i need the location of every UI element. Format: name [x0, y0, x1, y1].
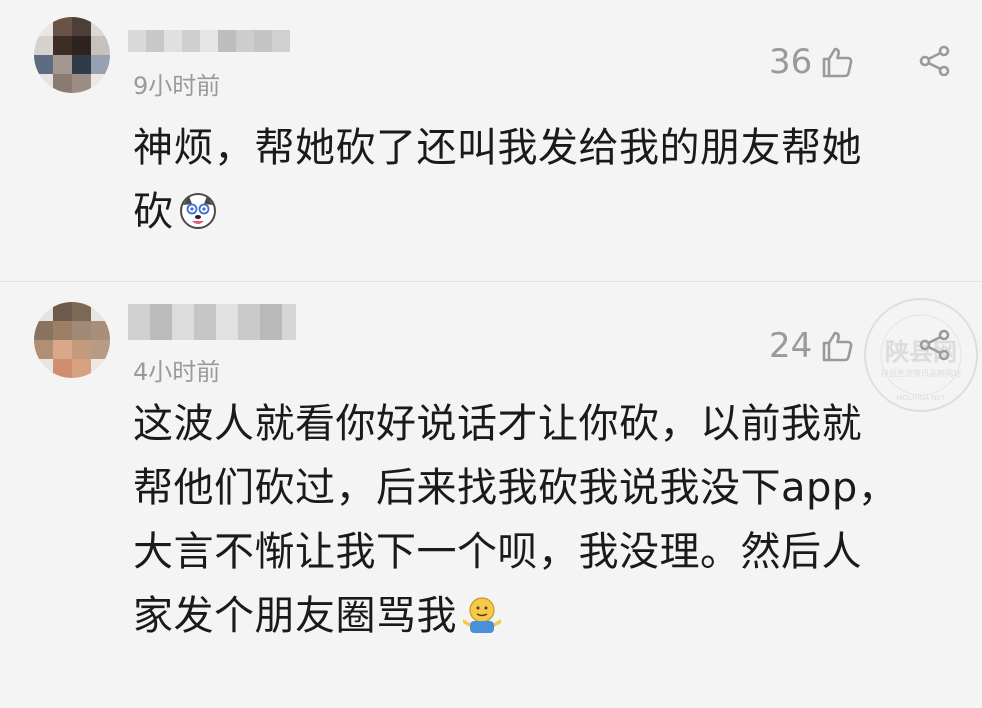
- avatar-pixel: [72, 302, 91, 321]
- avatar-pixel: [91, 302, 110, 321]
- like-count: 24: [769, 326, 813, 366]
- watermark-arc: MOLIHUA.NET: [897, 394, 946, 402]
- avatar-pixel: [53, 302, 72, 321]
- avatar-pixel: [72, 359, 91, 378]
- comment-time: 4小时前: [133, 358, 221, 386]
- watermark-title: 陕县网: [885, 338, 957, 366]
- avatar-pixel: [91, 340, 110, 359]
- avatar-pixel: [91, 359, 110, 378]
- username-blurred[interactable]: [128, 304, 296, 340]
- watermark-logo: 陕县网 陕县生活资讯品牌网站 MOLIHUA.NET: [864, 298, 978, 412]
- avatar-pixel: [34, 321, 53, 340]
- avatar-pixel: [91, 321, 110, 340]
- shrug-emoji-icon: [463, 597, 501, 633]
- comment-2: 4小时前 24 这波人就看你好说话才让你砍，以前我就 帮他们砍过，后来找我砍我说…: [0, 0, 982, 708]
- avatar-pixel: [34, 340, 53, 359]
- comment-line: 帮他们砍过，后来找我砍我说我没下app，: [133, 465, 899, 511]
- avatar-pixel: [72, 321, 91, 340]
- avatar[interactable]: [34, 302, 110, 378]
- watermark-subtitle: 陕县生活资讯品牌网站: [881, 368, 961, 378]
- avatar-pixel: [53, 359, 72, 378]
- like-button[interactable]: 24: [769, 326, 854, 366]
- avatar-pixel: [34, 359, 53, 378]
- thumbs-up-icon: [822, 331, 853, 362]
- comment-line: 这波人就看你好说话才让你砍，以前我就: [133, 401, 862, 447]
- comment-line: 大言不惭让我下一个呗，我没理。然后人: [133, 529, 862, 575]
- comment-line: 家发个朋友圈骂我: [133, 593, 457, 639]
- avatar-pixel: [72, 340, 91, 359]
- avatar-pixel: [53, 321, 72, 340]
- avatar-pixel: [34, 302, 53, 321]
- avatar-pixel: [53, 340, 72, 359]
- comment-text: 这波人就看你好说话才让你砍，以前我就 帮他们砍过，后来找我砍我说我没下app， …: [133, 392, 933, 648]
